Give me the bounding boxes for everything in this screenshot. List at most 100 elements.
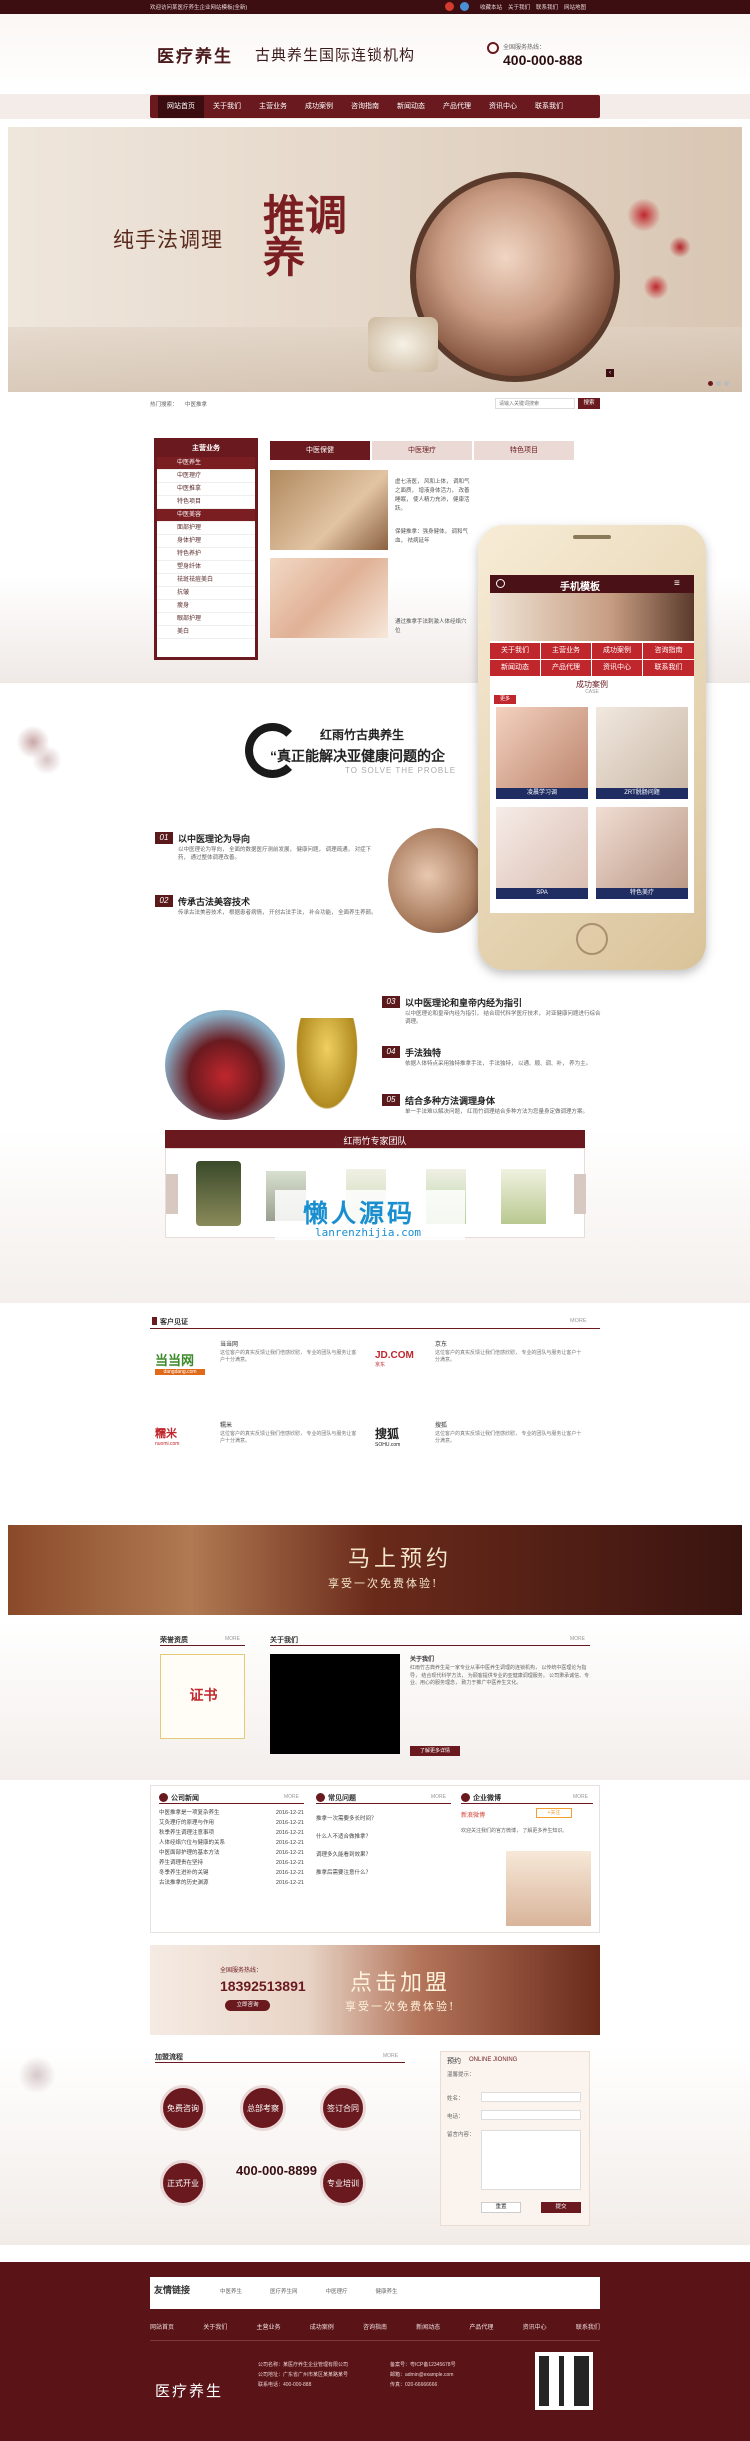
news-item[interactable]: 秋季养生调理注意事项 2016-12-21 [159, 1828, 304, 1838]
friend-link[interactable]: 中医理疗 [326, 2287, 348, 2295]
banner-dot[interactable] [724, 381, 729, 386]
tab-health[interactable]: 中医保健 [270, 441, 370, 460]
news-item[interactable]: 冬季养生进补的关键 2016-12-21 [159, 1868, 304, 1878]
process-more[interactable]: MORE [383, 2053, 398, 2059]
phone-menu-item[interactable]: 关于我们 [490, 643, 540, 659]
sidebar-item[interactable]: 中医推拿 [157, 483, 255, 496]
tab-therapy[interactable]: 中医理疗 [372, 441, 472, 460]
footer-nav-item[interactable]: 产品代理 [469, 2322, 493, 2331]
nav-cases[interactable]: 成功案例 [296, 96, 342, 118]
footer-nav-item[interactable]: 资讯中心 [523, 2322, 547, 2331]
footer-nav-item[interactable]: 咨询指南 [363, 2322, 387, 2331]
sidebar-item[interactable]: 特色养护 [157, 548, 255, 561]
testimonials-more[interactable]: MORE [570, 1318, 587, 1324]
join-consult-button[interactable]: 立即咨询 [225, 2000, 270, 2011]
honor-certificate[interactable]: 证书 [160, 1654, 245, 1739]
faq-item[interactable]: 调理多久能看到效果？ [316, 1846, 451, 1864]
weibo-icon[interactable] [445, 2, 454, 11]
qq-icon[interactable] [460, 2, 469, 11]
nav-business[interactable]: 主营业务 [250, 96, 296, 118]
phone-menu-icon[interactable]: ≡ [674, 579, 680, 589]
sidebar-item[interactable]: 面部护理 [157, 522, 255, 535]
company-video[interactable] [270, 1654, 400, 1754]
footer-nav-item[interactable]: 主营业务 [256, 2322, 280, 2331]
hero-banner[interactable]: 纯手法调理 推调养 ‹ [8, 127, 742, 392]
honors-more[interactable]: MORE [225, 1636, 240, 1642]
sidebar-item[interactable]: 祛斑祛痘美白 [157, 574, 255, 587]
friend-link[interactable]: 中医养生 [220, 2287, 242, 2295]
sidebar-item[interactable]: 眼部护理 [157, 613, 255, 626]
topbar-link-contact[interactable]: 联系我们 [536, 3, 558, 11]
news-item[interactable]: 中医面部护理的基本方法 2016-12-21 [159, 1848, 304, 1858]
nav-info[interactable]: 资讯中心 [480, 96, 526, 118]
phone-menu-item[interactable]: 成功案例 [592, 643, 642, 659]
news-item[interactable]: 人体经络穴位与健康的关系 2016-12-21 [159, 1838, 304, 1848]
news-item[interactable]: 古法推拿的历史渊源 2016-12-21 [159, 1878, 304, 1888]
join-banner[interactable]: 全国服务热线： 18392513891 立即咨询 点击加盟 享受一次免费体验! [150, 1945, 600, 2035]
weibo-name[interactable]: 新浪微博 [461, 1810, 485, 1819]
nav-agent[interactable]: 产品代理 [434, 96, 480, 118]
phone-case-card[interactable]: 特色美疗 [596, 807, 688, 899]
message-textarea[interactable] [481, 2130, 581, 2190]
phone-case-card[interactable]: 凌晨学习调 [496, 707, 588, 799]
nav-contact[interactable]: 联系我们 [526, 96, 572, 118]
nav-guide[interactable]: 咨询指南 [342, 96, 388, 118]
topbar-link-favorite[interactable]: 收藏本站 [480, 3, 502, 11]
news-item[interactable]: 养生调理贵在坚持 2016-12-21 [159, 1858, 304, 1868]
footer-nav-item[interactable]: 联系我们 [576, 2322, 600, 2331]
phone-menu-item[interactable]: 联系我们 [643, 660, 694, 676]
phone-case-card[interactable]: SPA [496, 807, 588, 899]
news-more[interactable]: MORE [284, 1794, 299, 1800]
footer-nav-item[interactable]: 网站首页 [150, 2322, 174, 2331]
faq-more[interactable]: MORE [431, 1794, 446, 1800]
friend-link[interactable]: 医疗养生网 [270, 2287, 298, 2295]
reset-button[interactable]: 重置 [481, 2202, 521, 2213]
phone-menu-item[interactable]: 咨询指南 [643, 643, 694, 659]
footer-nav-item[interactable]: 关于我们 [203, 2322, 227, 2331]
topbar-link-sitemap[interactable]: 网站地图 [564, 3, 586, 11]
sidebar-item[interactable]: 中医养生 [157, 457, 255, 470]
sidebar-item[interactable]: 抗皱 [157, 587, 255, 600]
search-button[interactable]: 搜索 [578, 398, 600, 409]
sidebar-item[interactable]: 瘦身 [157, 600, 255, 613]
prev-arrow-icon[interactable]: ‹ [606, 369, 614, 377]
carousel-next-icon[interactable] [574, 1174, 586, 1214]
submit-button[interactable]: 提交 [541, 2202, 581, 2213]
banner-dot[interactable] [708, 381, 713, 386]
phone-menu-item[interactable]: 新闻动态 [490, 660, 540, 676]
phone-input[interactable] [481, 2110, 581, 2120]
footer-nav-item[interactable]: 新闻动态 [416, 2322, 440, 2331]
hot-search-term[interactable]: 中医推拿 [185, 400, 207, 408]
sidebar-item[interactable]: 中医美容 [157, 509, 255, 522]
phone-search-icon[interactable] [496, 579, 505, 588]
news-item[interactable]: 艾灸理疗的原理与作用 2016-12-21 [159, 1818, 304, 1828]
product-image[interactable] [196, 1161, 241, 1226]
phone-menu-item[interactable]: 资讯中心 [592, 660, 642, 676]
logo[interactable]: 医疗养生 [157, 42, 233, 67]
company-more-button[interactable]: 了解更多详情 [410, 1746, 460, 1756]
friend-link[interactable]: 健康养生 [376, 2287, 398, 2295]
weibo-ad-image[interactable] [506, 1851, 591, 1926]
news-item[interactable]: 中医推拿是一项复杂养生 2016-12-21 [159, 1808, 304, 1818]
footer-nav-item[interactable]: 成功案例 [310, 2322, 334, 2331]
booking-banner[interactable]: 马上预约 享受一次免费体验! [8, 1525, 742, 1615]
weibo-more[interactable]: MORE [573, 1794, 588, 1800]
carousel-prev-icon[interactable] [166, 1174, 178, 1214]
topbar-link-about[interactable]: 关于我们 [508, 3, 530, 11]
faq-item[interactable]: 推拿后需要注意什么？ [316, 1864, 451, 1882]
search-input[interactable] [495, 398, 575, 409]
phone-menu-item[interactable]: 主营业务 [541, 643, 591, 659]
nav-home[interactable]: 网站首页 [158, 95, 204, 118]
sidebar-item[interactable]: 身体护理 [157, 535, 255, 548]
sidebar-item[interactable]: 塑身纤体 [157, 561, 255, 574]
phone-menu-item[interactable]: 产品代理 [541, 660, 591, 676]
product-image[interactable] [501, 1169, 546, 1224]
nav-news[interactable]: 新闻动态 [388, 96, 434, 118]
banner-dot[interactable] [716, 381, 721, 386]
tab-special[interactable]: 特色项目 [474, 441, 574, 460]
sidebar-item[interactable]: 美白 [157, 626, 255, 639]
nav-about[interactable]: 关于我们 [204, 96, 250, 118]
sidebar-item[interactable]: 中医理疗 [157, 470, 255, 483]
company-more[interactable]: MORE [570, 1636, 585, 1642]
faq-item[interactable]: 什么人不适合做推拿？ [316, 1828, 451, 1846]
